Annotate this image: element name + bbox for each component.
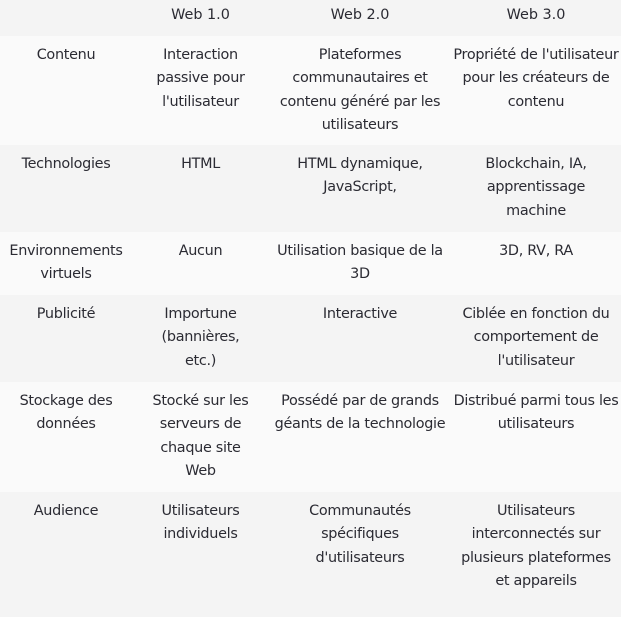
- cell-text: Communautés spécifiques d'utilisateurs: [309, 503, 411, 566]
- cell-web1: Stocké sur les serveurs de chaque site W…: [132, 382, 269, 492]
- cell-web1: Importune (bannières, etc.): [132, 295, 269, 382]
- web-comparison-table: Web 1.0 Web 2.0 Web 3.0 Contenu Interact…: [0, 0, 621, 617]
- row-label-text: Audience: [33, 503, 99, 519]
- cell-text: Aucun: [178, 243, 223, 259]
- header-web2: Web 2.0: [330, 7, 390, 23]
- row-label: Contenu: [0, 36, 132, 145]
- cell-web2: HTML dynamique, JavaScript,: [269, 145, 451, 232]
- cell-web3: Utilisateurs interconnectés sur plusieur…: [451, 492, 621, 617]
- cell-text: Importune (bannières, etc.): [161, 306, 240, 369]
- table-row: Environnements virtuels Aucun Utilisatio…: [0, 232, 621, 295]
- cell-text: Distribué parmi tous les utilisateurs: [453, 393, 619, 433]
- row-label: Stockage des données: [0, 382, 132, 492]
- cell-text: Utilisateurs interconnectés sur plusieur…: [461, 503, 611, 589]
- table-row: Contenu Interaction passive pour l'utili…: [0, 36, 621, 145]
- table-row: Publicité Importune (bannières, etc.) In…: [0, 295, 621, 382]
- table-row: Technologies HTML HTML dynamique, JavaSc…: [0, 145, 621, 232]
- row-label-text: Stockage des données: [19, 393, 113, 433]
- cell-web3: Distribué parmi tous les utilisateurs: [451, 382, 621, 492]
- cell-web3: Propriété de l'utilisateur pour les créa…: [451, 36, 621, 145]
- cell-text: Interaction passive pour l'utilisateur: [156, 47, 245, 110]
- cell-text: Interactive: [322, 306, 398, 322]
- cell-text: Utilisation basique de la 3D: [277, 243, 443, 283]
- cell-web1: HTML: [132, 145, 269, 232]
- cell-text: 3D, RV, RA: [499, 243, 573, 259]
- cell-web3: 3D, RV, RA: [451, 232, 621, 295]
- cell-web2: Utilisation basique de la 3D: [269, 232, 451, 295]
- cell-web1: Aucun: [132, 232, 269, 295]
- table-row: Stockage des données Stocké sur les serv…: [0, 382, 621, 492]
- cell-text: Plateformes communautaires et contenu gé…: [279, 47, 441, 133]
- cell-text: Blockchain, IA, apprentissage machine: [485, 156, 587, 219]
- row-label: Publicité: [0, 295, 132, 382]
- cell-text: HTML: [181, 156, 220, 172]
- cell-text: Utilisateurs individuels: [161, 503, 240, 543]
- cell-web2: Interactive: [269, 295, 451, 382]
- cell-text: Stocké sur les serveurs de chaque site W…: [152, 393, 249, 479]
- header-web1: Web 1.0: [171, 7, 230, 23]
- table-row: Audience Utilisateurs individuels Commun…: [0, 492, 621, 617]
- row-label: Audience: [0, 492, 132, 617]
- cell-web1: Interaction passive pour l'utilisateur: [132, 36, 269, 145]
- cell-web1: Utilisateurs individuels: [132, 492, 269, 617]
- cell-web2: Plateformes communautaires et contenu gé…: [269, 36, 451, 145]
- cell-text: Ciblée en fonction du comportement de l'…: [462, 306, 610, 369]
- cell-text: Possédé par de grands géants de la techn…: [274, 393, 446, 433]
- cell-text: Propriété de l'utilisateur pour les créa…: [453, 47, 619, 110]
- cell-web3: Blockchain, IA, apprentissage machine: [451, 145, 621, 232]
- row-label-text: Publicité: [36, 306, 96, 322]
- cell-web2: Possédé par de grands géants de la techn…: [269, 382, 451, 492]
- row-label-text: Technologies: [21, 156, 111, 172]
- header-empty: [0, 0, 132, 36]
- header-web3: Web 3.0: [506, 7, 566, 23]
- cell-web3: Ciblée en fonction du comportement de l'…: [451, 295, 621, 382]
- cell-text: HTML dynamique, JavaScript,: [297, 156, 423, 196]
- row-label: Technologies: [0, 145, 132, 232]
- row-label-text: Contenu: [36, 47, 96, 63]
- row-label-text: Environnements virtuels: [9, 243, 123, 283]
- cell-web2: Communautés spécifiques d'utilisateurs: [269, 492, 451, 617]
- header-row: Web 1.0 Web 2.0 Web 3.0: [0, 0, 621, 36]
- row-label: Environnements virtuels: [0, 232, 132, 295]
